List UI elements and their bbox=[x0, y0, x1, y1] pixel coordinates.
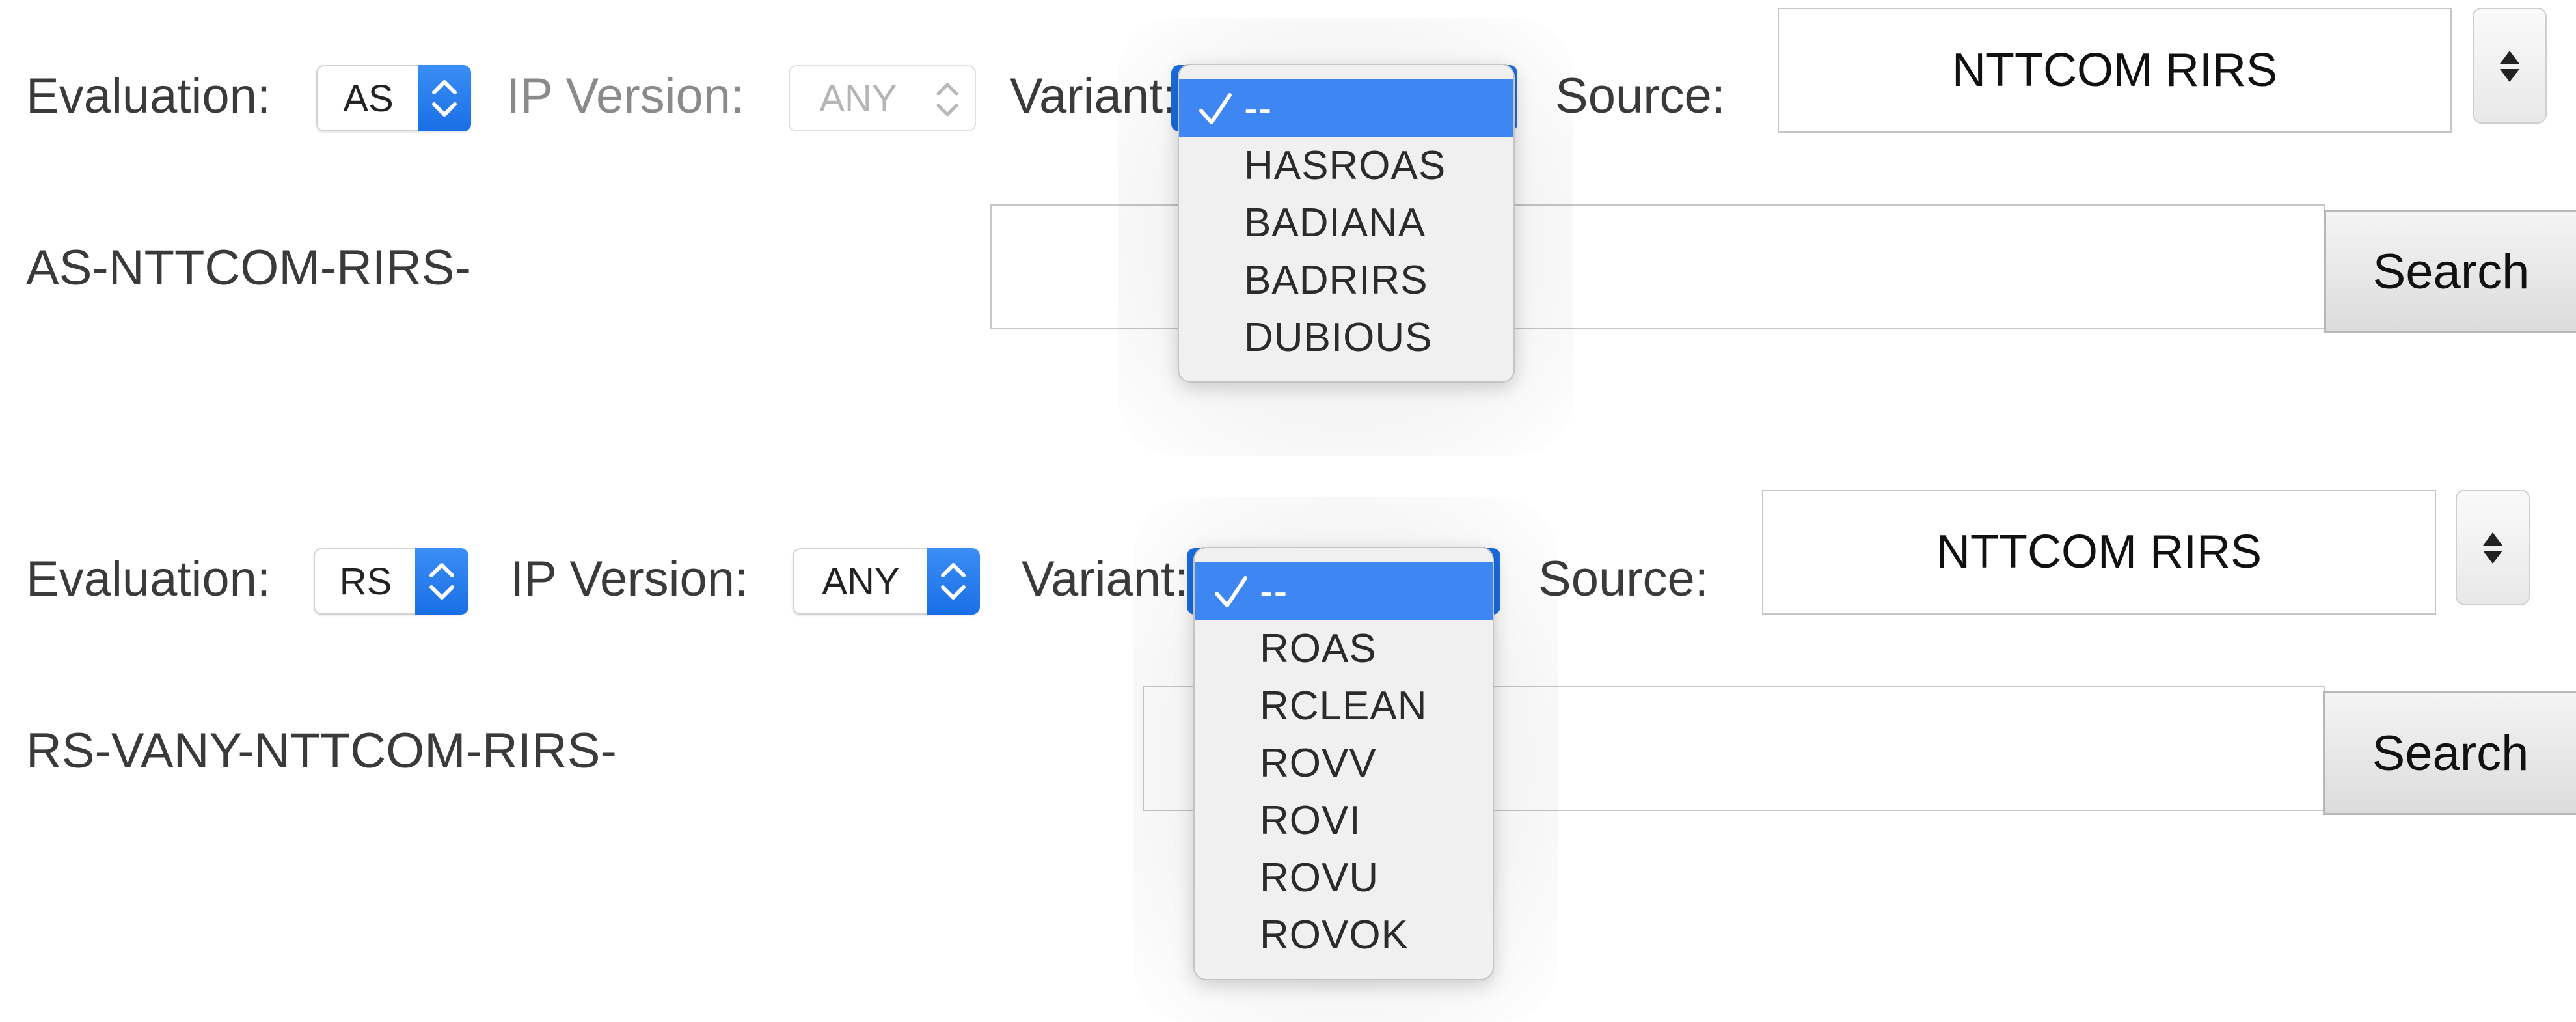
variant-option[interactable]: DUBIOUS bbox=[1179, 309, 1513, 366]
source-field[interactable]: NTTCOM RIRS bbox=[1778, 8, 2452, 133]
evaluation-label: Evaluation: bbox=[26, 68, 271, 124]
chevron-up-down-icon bbox=[415, 548, 468, 615]
checkmark-icon bbox=[1215, 576, 1247, 607]
search-button[interactable]: Search bbox=[2323, 691, 2576, 815]
variant-option[interactable]: BADRIRS bbox=[1179, 251, 1513, 309]
source-stepper[interactable] bbox=[2456, 490, 2530, 605]
triangle-up-down-icon bbox=[2483, 532, 2502, 564]
checkmark-icon bbox=[1199, 93, 1232, 124]
variant-option[interactable]: RCLEAN bbox=[1195, 677, 1493, 734]
evaluation-select-value: AS bbox=[343, 77, 394, 120]
variant-option[interactable]: HASROAS bbox=[1179, 137, 1513, 194]
search-button[interactable]: Search bbox=[2324, 210, 2576, 333]
variant-option[interactable]: ROAS bbox=[1195, 620, 1493, 677]
prefix-label: RS-VANY-NTTCOM-RIRS- bbox=[26, 723, 617, 779]
prefix-label: AS-NTTCOM-RIRS- bbox=[26, 240, 471, 296]
ip-version-select-value: ANY bbox=[822, 560, 900, 603]
triangle-up-down-icon bbox=[2500, 51, 2519, 82]
ip-version-select[interactable]: ANY bbox=[793, 548, 980, 615]
variant-option[interactable]: BADIANA bbox=[1179, 194, 1513, 251]
chevron-up-down-icon bbox=[929, 73, 966, 126]
evaluation-select[interactable]: AS bbox=[316, 65, 471, 131]
source-field[interactable]: NTTCOM RIRS bbox=[1762, 490, 2436, 615]
variant-option[interactable]: ROVOK bbox=[1195, 906, 1493, 963]
variant-menu: -- HASROAS BADIANA BADRIRS DUBIOUS bbox=[1178, 64, 1515, 383]
variant-option[interactable]: -- bbox=[1195, 562, 1493, 620]
ip-version-select-value: ANY bbox=[819, 77, 897, 120]
variant-option[interactable]: ROVI bbox=[1195, 792, 1493, 849]
source-stepper[interactable] bbox=[2473, 8, 2547, 124]
variant-option[interactable]: -- bbox=[1179, 79, 1513, 137]
chevron-up-down-icon bbox=[927, 548, 980, 615]
ip-version-select[interactable]: ANY bbox=[789, 65, 976, 131]
variant-option[interactable]: ROVV bbox=[1195, 734, 1493, 792]
evaluation-select[interactable]: RS bbox=[314, 548, 468, 615]
chevron-up-down-icon bbox=[418, 65, 471, 131]
ip-version-label: IP Version: bbox=[506, 68, 745, 124]
source-label: Source: bbox=[1538, 551, 1709, 607]
variant-menu: -- ROAS RCLEAN ROVV ROVI ROVU ROVOK bbox=[1193, 547, 1494, 980]
evaluation-label: Evaluation: bbox=[26, 551, 271, 607]
ip-version-label: IP Version: bbox=[510, 551, 749, 607]
variant-option[interactable]: ROVU bbox=[1195, 849, 1493, 906]
source-label: Source: bbox=[1555, 68, 1726, 124]
evaluation-select-value: RS bbox=[339, 560, 392, 603]
